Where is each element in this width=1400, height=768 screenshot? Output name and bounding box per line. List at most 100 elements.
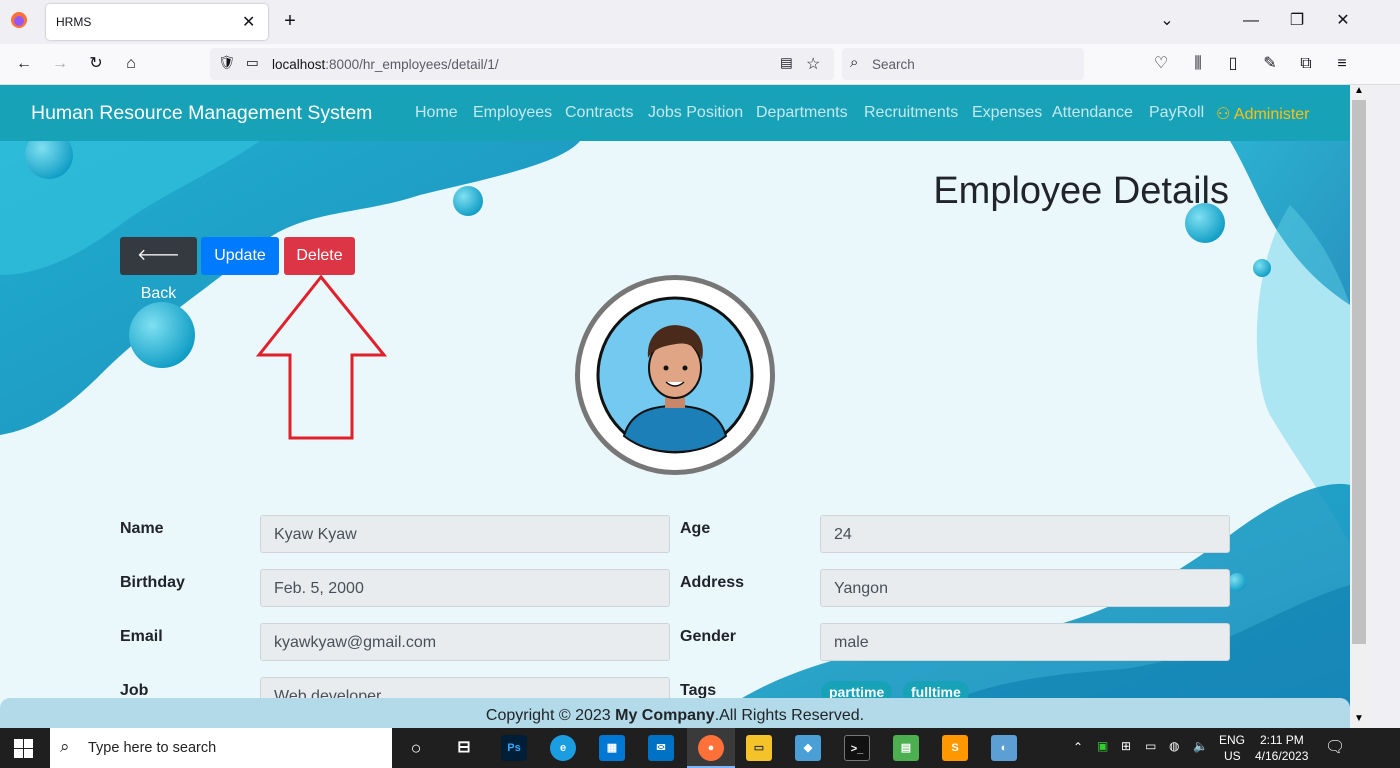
search-icon: ⌕ [850,54,859,71]
back-label: Back [140,285,177,302]
nav-payroll[interactable]: PayRoll [1149,104,1204,122]
globe-icon[interactable]: ◍ [1169,739,1179,753]
arrow-left-icon: 🡐 [137,247,180,264]
windows-taskbar: ⌕ Type here to search ○ ⊟ Ps e ▦ ✉ ● ▭ ◆… [0,728,1400,768]
file-explorer-icon[interactable]: ▭ [746,735,772,761]
nav-jobs-position[interactable]: Jobs Position [648,104,743,122]
edge-icon[interactable]: e [550,735,576,761]
birthday-field[interactable]: Feb. 5, 2000 [260,569,670,607]
restore-icon[interactable]: ❐ [1286,11,1308,33]
page-footer: Copyright © 2023 My Company.All Rights R… [0,698,1350,728]
firefox-icon: ● [698,735,724,761]
store-icon[interactable]: ▦ [599,735,625,761]
home-icon[interactable]: ⌂ [120,54,142,76]
delete-button[interactable]: Delete [284,237,355,275]
tab-close-icon[interactable]: ✕ [242,12,255,32]
page-viewport: Human Resource Management System Home Em… [0,85,1350,728]
sidebar-icon[interactable]: ▯ [1222,54,1244,76]
page-title: Employee Details [933,170,1229,212]
taskbar-search-input[interactable]: ⌕ Type here to search [50,728,392,768]
list-tabs-icon[interactable]: ⌄ [1156,11,1178,33]
mail-icon[interactable]: ✉ [648,735,674,761]
terminal-icon[interactable]: >_ [844,735,870,761]
firefox-menu-icon[interactable] [8,11,30,33]
tab-title: HRMS [56,15,92,29]
tab-strip: HRMS ✕ + ⌄ — ❐ ✕ [0,0,1400,44]
sublime-text-icon[interactable]: S [942,735,968,761]
language-code[interactable]: ENG [1219,733,1245,747]
nav-expenses[interactable]: Expenses [972,104,1042,122]
scrollbar-thumb[interactable] [1352,100,1366,644]
notifications-icon[interactable]: 🗨 [1325,737,1345,757]
avatar [575,275,775,475]
volume-icon[interactable]: 🔈 [1193,739,1208,753]
paint-icon[interactable]: ◐ [991,735,1017,761]
clock-date[interactable]: 4/16/2023 [1255,749,1308,763]
nav-departments[interactable]: Departments [756,104,848,122]
name-label: Name [120,520,164,537]
taskbar-search-placeholder: Type here to search [88,740,217,756]
new-tab-icon[interactable]: + [279,11,301,33]
address-field[interactable]: Yangon [820,569,1230,607]
nav-attendance[interactable]: Attendance [1052,104,1133,122]
spreadsheet-icon[interactable]: ▤ [893,735,919,761]
back-arrow-icon[interactable]: ← [13,54,35,76]
red-arrow-annotation [255,275,388,440]
reader-view-icon[interactable]: ▤ [780,55,793,71]
reload-icon[interactable]: ↻ [85,54,107,76]
bookmark-star-icon[interactable]: ☆ [806,54,820,74]
age-label: Age [680,520,711,537]
region-code[interactable]: US [1224,749,1241,763]
shield-icon[interactable]: 🛡 [218,55,235,71]
url-path: :8000/hr_employees/detail/1/ [325,57,499,72]
address-label: Address [680,574,745,591]
back-button[interactable]: 🡐 Back [120,237,197,302]
firefox-taskbar-item[interactable]: ● [687,728,735,768]
person-avatar-icon [596,296,754,454]
nav-home[interactable]: Home [415,104,458,122]
name-field[interactable]: Kyaw Kyaw [260,515,670,553]
search-input[interactable]: ⌕ Search [842,48,1084,80]
gender-field[interactable]: male [820,623,1230,661]
scroll-up-icon[interactable]: ▲ [1354,85,1364,96]
app-brand[interactable]: Human Resource Management System [31,102,372,125]
page-info-icon[interactable]: ▭ [246,55,259,71]
hamburger-menu-icon[interactable]: ≡ [1331,54,1353,76]
footer-company: My Company [615,707,715,724]
search-placeholder: Search [872,57,915,72]
footer-prefix: Copyright © 2023 [485,707,616,724]
pocket-icon[interactable]: ♡ [1150,54,1172,76]
url-bar[interactable]: 🛡 ▭ localhost:8000/hr_employees/detail/1… [210,48,834,80]
age-field[interactable]: 24 [820,515,1230,553]
minimize-icon[interactable]: — [1240,11,1262,33]
forward-arrow-icon[interactable]: → [49,54,71,76]
windows-start-icon[interactable] [14,739,33,763]
clock-time[interactable]: 2:11 PM [1260,733,1304,747]
email-field[interactable]: kyawkyaw@gmail.com [260,623,670,661]
update-button[interactable]: Update [201,237,279,275]
library-icon[interactable]: ⫼ [1187,54,1209,76]
battery-icon[interactable]: ▭ [1145,739,1156,753]
close-window-icon[interactable]: ✕ [1332,11,1354,33]
photoshop-icon[interactable]: Ps [501,735,527,761]
tray-network-icon[interactable]: ⊞ [1121,739,1131,753]
nav-recruitments[interactable]: Recruitments [864,104,958,122]
nav-contracts[interactable]: Contracts [565,104,633,122]
extensions-icon[interactable]: ⧉ [1295,54,1317,76]
show-hidden-icons-icon[interactable]: ⌃ [1073,740,1083,754]
tray-app-icon[interactable]: ▣ [1097,739,1108,753]
administer-label: Administer [1233,106,1310,123]
email-label: Email [120,628,163,645]
app-icon[interactable]: ◆ [795,735,821,761]
url-text: localhost:8000/hr_employees/detail/1/ [272,57,499,72]
search-icon: ⌕ [60,737,70,756]
user-icon: ⚇ [1216,106,1231,123]
eyedropper-icon[interactable]: ✎ [1259,54,1281,76]
cortana-icon[interactable]: ○ [403,735,429,761]
nav-administer[interactable]: ⚇ Administer [1216,104,1309,124]
scroll-down-icon[interactable]: ▼ [1354,713,1364,724]
nav-employees[interactable]: Employees [473,104,552,122]
url-host: localhost [272,57,326,72]
tab-hrms[interactable]: HRMS ✕ [46,4,268,40]
task-view-icon[interactable]: ⊟ [451,735,477,761]
